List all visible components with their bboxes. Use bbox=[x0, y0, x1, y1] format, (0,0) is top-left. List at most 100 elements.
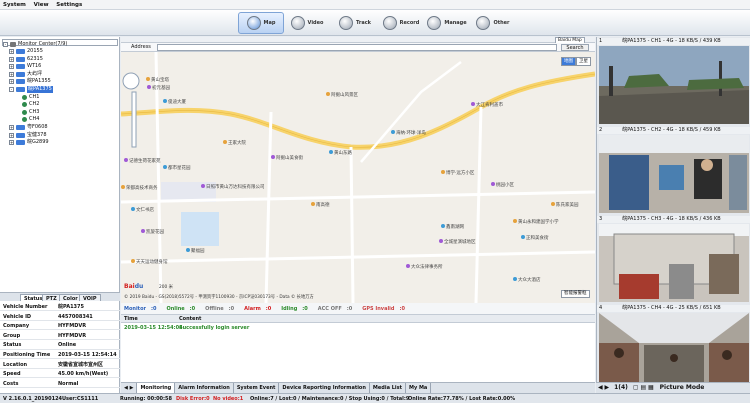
map-canvas[interactable] bbox=[121, 52, 595, 303]
tab-record[interactable]: Record bbox=[378, 12, 424, 34]
tree-channel[interactable]: CH4 bbox=[22, 116, 39, 123]
expand-icon[interactable]: + bbox=[9, 125, 14, 130]
map-poi-label: 全城星演城地区 bbox=[444, 240, 476, 245]
tab-manage[interactable]: Manage bbox=[424, 12, 470, 34]
tree-vehicle[interactable]: + 皖PA1355 bbox=[9, 78, 51, 85]
expand-icon[interactable]: + bbox=[9, 79, 14, 85]
bottom-tab[interactable]: Media List bbox=[370, 383, 406, 393]
menu-system[interactable]: System bbox=[0, 0, 29, 10]
tab-other[interactable]: Other bbox=[470, 12, 516, 34]
layout-4-button[interactable]: ▤ bbox=[640, 384, 646, 391]
bottom-tab[interactable]: Device Reporting Information bbox=[279, 383, 370, 393]
video-feed[interactable] bbox=[599, 135, 749, 213]
next-page-button[interactable]: ▶ bbox=[605, 384, 610, 391]
map-poi-icon[interactable]: 阿掘山美食街 bbox=[271, 155, 303, 161]
expand-icon[interactable]: + bbox=[9, 49, 14, 54]
tree-vehicle[interactable]: + WT16 bbox=[9, 63, 41, 70]
tree-vehicle[interactable]: + 大屿坪 bbox=[9, 71, 42, 78]
expand-icon[interactable]: + bbox=[9, 71, 14, 77]
map-poi-icon[interactable]: 都市星花园 bbox=[163, 165, 191, 171]
tab-video[interactable]: Video bbox=[284, 12, 330, 34]
search-button[interactable]: Search bbox=[561, 44, 589, 51]
map-poi-icon[interactable]: 日照市黄山万达科技有限公司 bbox=[201, 184, 265, 190]
map-poi-icon[interactable]: 凯旋花园 bbox=[141, 229, 164, 235]
log-row[interactable]: 2019-03-15 12:54:04 Successfully login se… bbox=[121, 324, 595, 332]
baidu-logo: Baidu bbox=[124, 283, 144, 290]
bus-icon bbox=[16, 71, 25, 77]
map-poi-icon[interactable]: 天天运动健身馆 bbox=[131, 259, 168, 265]
video-feed[interactable] bbox=[599, 313, 749, 387]
tab-map[interactable]: Map bbox=[238, 12, 284, 34]
camera-icon bbox=[22, 109, 27, 115]
info-row: Vehicle Number 皖PA1375 bbox=[0, 303, 120, 312]
map-poi-icon[interactable]: 鑫南湖网 bbox=[441, 224, 464, 230]
map-poi-icon[interactable]: 聚福园 bbox=[186, 248, 205, 254]
tree-vehicle[interactable]: +62315 bbox=[9, 56, 43, 63]
map-poi-icon[interactable]: 初元基园 bbox=[147, 85, 170, 91]
map-poi-icon[interactable]: 俊迪大厦 bbox=[163, 99, 186, 105]
expand-icon[interactable]: - bbox=[9, 87, 14, 92]
layer-satellite-button[interactable]: 卫星 bbox=[576, 57, 591, 66]
expand-icon[interactable]: + bbox=[9, 132, 14, 138]
tree-channel[interactable]: CH1 bbox=[22, 94, 39, 101]
bottom-tab[interactable]: Monitoring bbox=[137, 383, 176, 393]
expand-icon[interactable]: + bbox=[9, 56, 14, 62]
map-poi-icon[interactable]: 全城星演城地区 bbox=[439, 239, 476, 245]
map-poi-label: 俊迪大厦 bbox=[168, 100, 186, 105]
stat-item: Online:0 bbox=[166, 306, 196, 312]
bottom-tab[interactable]: My Ma bbox=[406, 383, 432, 393]
map-poi-icon[interactable]: 黄山东路 bbox=[329, 150, 352, 156]
expand-icon[interactable]: + bbox=[9, 64, 14, 70]
address-input[interactable] bbox=[157, 44, 557, 51]
tree-channel[interactable]: CH3 bbox=[22, 109, 39, 116]
tab-scroll-left[interactable]: ◀ ▶ bbox=[121, 383, 138, 393]
video-icon bbox=[290, 16, 305, 30]
tab-track[interactable]: Track bbox=[332, 12, 378, 34]
left-tabs: Status PTZ Color VOIP bbox=[0, 292, 120, 302]
menu-bar: System View Settings bbox=[0, 0, 750, 10]
disk-error: Disk Error:0 bbox=[176, 396, 210, 402]
tree-root[interactable]: - Monitor Center(7/9) bbox=[3, 41, 67, 48]
map-poi-icon[interactable]: 海纳·环球·洋岛 bbox=[391, 130, 426, 136]
pan-control[interactable] bbox=[122, 72, 140, 90]
map-poi-icon[interactable]: 黄山永和建国学小学 bbox=[513, 219, 559, 225]
menu-view[interactable]: View bbox=[31, 0, 52, 10]
tree-vehicle[interactable]: +20155 bbox=[9, 48, 43, 55]
zoom-slider[interactable] bbox=[131, 91, 137, 148]
layout-1-button[interactable]: ▢ bbox=[633, 384, 639, 391]
expand-icon[interactable]: + bbox=[9, 140, 14, 146]
picture-mode-button[interactable]: Picture Mode bbox=[660, 384, 705, 391]
map-poi-icon[interactable]: 大众法律事务所 bbox=[406, 264, 443, 270]
record-icon bbox=[382, 16, 397, 30]
map-poi-icon[interactable]: 记德生荷花家苑 bbox=[124, 158, 161, 164]
tree-vehicle[interactable]: - 皖PA1375 bbox=[9, 86, 53, 93]
road-vertical-3 bbox=[349, 146, 355, 303]
map-poi-icon[interactable]: 陈氏家美园 bbox=[551, 202, 579, 208]
tree-vehicle[interactable]: + 皖G2899 bbox=[9, 139, 49, 146]
map-poi-icon[interactable]: 荣都高技术商务 bbox=[121, 185, 158, 191]
layer-map-button[interactable]: 地图 bbox=[561, 57, 576, 66]
collapse-icon[interactable]: - bbox=[3, 42, 8, 47]
map-poi-icon[interactable]: 桃园小区 bbox=[491, 182, 514, 188]
menu-settings[interactable]: Settings bbox=[53, 0, 85, 10]
map-poi-icon[interactable]: 大江肯利盖市 bbox=[471, 102, 503, 108]
video-feed[interactable] bbox=[599, 46, 749, 124]
map-poi-icon[interactable]: 大众大酒店 bbox=[513, 277, 541, 283]
bottom-tab[interactable]: Alarm Information bbox=[175, 383, 234, 393]
map-poi-icon[interactable]: 南高德 bbox=[311, 202, 330, 208]
layout-9-button[interactable]: ▦ bbox=[648, 384, 654, 391]
tree-channel[interactable]: CH2 bbox=[22, 101, 39, 108]
tree-vehicle[interactable]: + 粤F0608 bbox=[9, 124, 48, 131]
address-label: Address bbox=[131, 44, 151, 50]
map-poi-icon[interactable]: 黄山宝塔 bbox=[146, 77, 169, 83]
map-poi-icon[interactable]: 博学·远方小区 bbox=[441, 170, 474, 176]
map-poi-icon[interactable]: 正和美食街 bbox=[521, 235, 549, 241]
map-poi-icon[interactable]: 阿掘山风景区 bbox=[326, 92, 358, 98]
bottom-tab[interactable]: System Event bbox=[234, 383, 280, 393]
tree-vehicle[interactable]: + 宝健378 bbox=[9, 132, 47, 139]
alarm-box-button[interactable]: 智能报警框 bbox=[561, 290, 590, 298]
map-poi-icon[interactable]: 王家大院 bbox=[223, 140, 246, 146]
prev-page-button[interactable]: ◀ bbox=[598, 384, 603, 391]
map-poi-icon[interactable]: 文仁书店 bbox=[131, 207, 154, 213]
video-feed[interactable] bbox=[599, 224, 749, 302]
